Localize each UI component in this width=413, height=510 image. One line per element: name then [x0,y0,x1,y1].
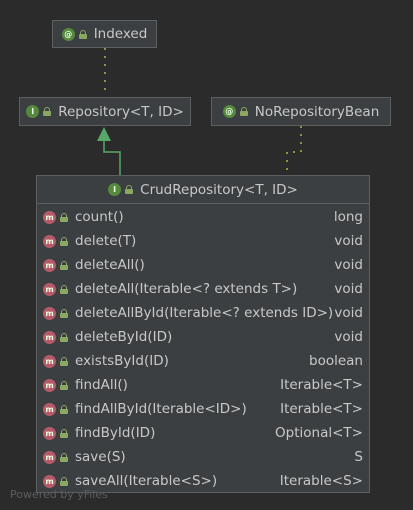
method-name: deleteAll() [75,257,145,273]
method-icon: m [43,354,56,368]
node-title: Repository<T, ID> [58,103,184,120]
method-return-type: Iterable<T> [280,401,363,417]
node-title: NoRepositoryBean [254,103,380,120]
method-list: m count() long m delete(T) void m deleteAll() vo… [37,205,369,492]
method-return-type: long [333,209,363,225]
node-crudrepository[interactable]: I CrudRepository<T, ID> m count() long m del… [36,175,370,493]
method-name: existsById(ID) [75,353,169,369]
node-indexed[interactable]: @ Indexed [52,20,157,48]
method-icon: m [43,210,56,224]
lock-icon [125,185,134,194]
method-icon: m [43,402,56,416]
interface-icon: I [108,183,122,196]
method-name: deleteById(ID) [75,329,173,345]
annotation-icon: @ [61,27,75,41]
lock-icon [60,356,68,366]
node-title: CrudRepository<T, ID> [140,181,298,198]
method-row[interactable]: m findAll() Iterable<T> [37,373,369,397]
method-icon: m [43,426,56,440]
method-name: deleteAllById(Iterable<? extends ID>) [75,305,334,321]
method-return-type: Optional<T> [275,425,363,441]
method-name: findAllById(Iterable<ID>) [75,401,247,417]
method-name: findById(ID) [75,425,156,441]
method-return-type: void [334,281,363,297]
annotation-icon: @ [222,105,236,118]
lock-icon [60,332,68,342]
method-return-type: S [354,449,363,465]
method-name: deleteAll(Iterable<? extends T>) [75,281,298,297]
lock-icon [239,107,248,116]
lock-icon [60,476,68,486]
method-row[interactable]: m deleteAllById(Iterable<? extends ID>) vo… [37,301,369,325]
node-header: I CrudRepository<T, ID> [37,176,369,204]
lock-icon [60,308,68,318]
method-name: save(S) [75,449,126,465]
edge-crudrepository-repository [103,140,121,175]
method-row[interactable]: m existsById(ID) boolean [37,349,369,373]
method-return-type: boolean [309,353,363,369]
method-row[interactable]: m findById(ID) Optional<T> [37,421,369,445]
lock-icon [60,260,68,270]
method-icon: m [43,306,56,320]
method-return-type: void [334,233,363,249]
method-icon: m [43,474,56,488]
method-icon: m [43,282,56,296]
method-icon: m [43,258,56,272]
method-row[interactable]: m deleteAll(Iterable<? extends T>) void [37,277,369,301]
lock-icon [60,428,68,438]
lock-icon [60,284,68,294]
method-row[interactable]: m delete(T) void [37,229,369,253]
method-name: findAll() [75,377,128,393]
method-row[interactable]: m findAllById(Iterable<ID>) Iterable<T> [37,397,369,421]
lock-icon [60,212,68,222]
node-repository[interactable]: I Repository<T, ID> [19,97,191,126]
method-return-type: Iterable<S> [279,473,363,489]
method-return-type: void [334,329,363,345]
lock-icon [78,29,87,39]
method-return-type: void [334,305,363,321]
lock-icon [60,236,68,246]
method-return-type: void [334,257,363,273]
method-row[interactable]: m deleteAll() void [37,253,369,277]
method-row[interactable]: m deleteById(ID) void [37,325,369,349]
method-return-type: Iterable<T> [280,377,363,393]
lock-icon [60,452,68,462]
lock-icon [43,107,52,116]
method-name: saveAll(Iterable<S>) [75,473,218,489]
method-icon: m [43,378,56,392]
method-name: count() [75,209,124,225]
method-row[interactable]: m count() long [37,205,369,229]
node-norepositorybean[interactable]: @ NoRepositoryBean [211,97,391,126]
interface-icon: I [26,105,40,118]
method-row[interactable]: m save(S) S [37,445,369,469]
edge-norepositorybean-crudrepository [286,126,302,175]
method-icon: m [43,234,56,248]
lock-icon [60,380,68,390]
method-name: delete(T) [75,233,137,249]
lock-icon [60,404,68,414]
method-icon: m [43,450,56,464]
node-title: Indexed [93,26,148,42]
footer-text: Powered by yFiles [10,488,108,501]
method-icon: m [43,330,56,344]
inheritance-arrowhead [97,127,111,141]
